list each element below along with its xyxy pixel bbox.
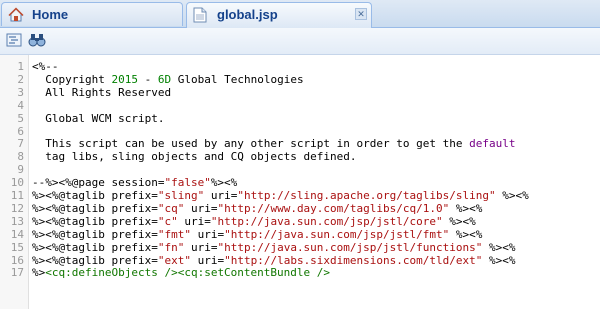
code-token: "http://java.sun.com/jsp/jstl/functions" [217, 240, 483, 254]
code-token: 2015 [111, 72, 138, 86]
code-token: <cq:setContentBundle /> [177, 266, 331, 280]
line-number: 2 [17, 72, 24, 86]
code-token: 6D [157, 72, 172, 86]
code-token: "fmt" [157, 227, 191, 241]
line-code: %><%@taglib prefix="c" uri="http://java.… [32, 214, 476, 228]
line-number: 6 [17, 124, 24, 138]
code-token: %> [32, 266, 46, 280]
line-number: 3 [17, 85, 24, 99]
code-token: "http://labs.sixdimensions.com/tld/ext" [224, 253, 483, 267]
code-token: %><% [449, 227, 483, 241]
code-token: uri= [204, 189, 238, 202]
line-code: %><%@taglib prefix="sling" uri="http://s… [32, 190, 529, 202]
line-number: 11 [10, 189, 24, 202]
line-code: All Rights Reserved [32, 85, 172, 99]
line-code: %><%@taglib prefix="ext" uri="http://lab… [32, 253, 516, 267]
tab-global-jsp-label: global.jsp [217, 7, 278, 22]
line-number: 14 [10, 227, 24, 241]
code-token: tag libs, sling objects and CQ objects d… [32, 150, 357, 164]
close-icon[interactable]: ✕ [355, 8, 367, 20]
code-token: %><%@taglib prefix= [32, 214, 158, 228]
code-token: uri= [184, 201, 218, 215]
line-number: 15 [10, 240, 24, 254]
line-code: %><%@taglib prefix="fmt" uri="http://jav… [32, 227, 483, 241]
code-token: %><%@taglib prefix= [32, 253, 158, 267]
code-token: Global Technologies [171, 72, 304, 86]
tab-bar: Home global.jsp ✕ [0, 0, 600, 28]
tab-home[interactable]: Home [1, 2, 183, 26]
code-token: All Rights Reserved [32, 85, 172, 99]
code-editor[interactable]: 1 <%-- 2 Copyright 2015 - 6D Global Techno… [0, 55, 600, 309]
line-number: 1 [17, 60, 24, 73]
line-number: 8 [17, 150, 24, 164]
code-token: <%-- [32, 60, 59, 73]
find-icon[interactable] [28, 32, 46, 50]
code-token: %><%@taglib prefix= [32, 227, 158, 241]
tab-home-label: Home [32, 7, 69, 22]
line-number: 12 [10, 201, 24, 215]
code-token: %><%@taglib prefix= [32, 201, 158, 215]
code-token: uri= [177, 214, 211, 228]
format-icon[interactable] [6, 32, 24, 50]
code-token: "http://www.day.com/taglibs/cq/1.0" [217, 201, 450, 215]
code-token: uri= [190, 253, 225, 267]
code-token: - [137, 72, 158, 86]
line-number: 4 [17, 98, 24, 112]
code-token: "ext" [157, 253, 191, 267]
code-token: "false" [164, 176, 211, 190]
code-token: This script can be used by any other scr… [32, 137, 470, 151]
line-code: tag libs, sling objects and CQ objects d… [32, 150, 357, 164]
code-token: --%><%@page session= [32, 176, 165, 190]
code-token: %><% [495, 189, 529, 202]
toolbar [0, 28, 600, 55]
line-code: This script can be used by any other scr… [32, 138, 515, 150]
code-token: %><% [482, 240, 516, 254]
code-token: "c" [157, 214, 178, 228]
line-code: --%><%@page session="false"%><% [32, 177, 237, 189]
code-token: %><%@taglib prefix= [32, 240, 158, 254]
code-token: %><% [210, 176, 238, 190]
code-token: <cq:defineObjects /> [45, 266, 178, 280]
code-token: Global WCM script. [32, 111, 165, 125]
line-number: 10 [10, 176, 24, 190]
code-token: %><%@taglib prefix= [32, 189, 158, 202]
code-token: "cq" [157, 201, 185, 215]
home-icon [8, 7, 24, 28]
line-number: 16 [10, 253, 24, 267]
code-token: "fn" [157, 240, 185, 254]
tab-global-jsp[interactable]: global.jsp ✕ [186, 2, 372, 28]
line-number: 13 [10, 214, 24, 228]
line-code: <%-- [32, 61, 59, 73]
code-token: %><% [442, 214, 476, 228]
line-number: 7 [17, 137, 24, 151]
code-token: uri= [184, 240, 218, 254]
code-token: default [469, 137, 516, 151]
line-code: Copyright 2015 - 6D Global Technologies [32, 72, 304, 86]
line-code: %><%@taglib prefix="cq" uri="http://www.… [32, 201, 483, 215]
line-code: %><%@taglib prefix="fn" uri="http://java… [32, 240, 516, 254]
file-icon [193, 7, 207, 28]
code-token: "http://java.sun.com/jsp/jstl/fmt" [224, 227, 450, 241]
code-token: "sling" [157, 189, 205, 202]
line-code: %><cq:defineObjects /><cq:setContentBund… [32, 267, 330, 279]
line-number: 17 [10, 266, 24, 280]
code-token: %><% [482, 253, 516, 267]
code-token: uri= [190, 227, 225, 241]
code-token: "http://sling.apache.org/taglibs/sling" [237, 189, 496, 202]
code-token: Copyright [32, 72, 112, 86]
code-token: "http://java.sun.com/jsp/jstl/core" [210, 214, 443, 228]
line-number: 9 [17, 163, 24, 177]
line-number: 5 [17, 111, 24, 125]
code-token: %><% [449, 201, 483, 215]
line-code: Global WCM script. [32, 111, 165, 125]
